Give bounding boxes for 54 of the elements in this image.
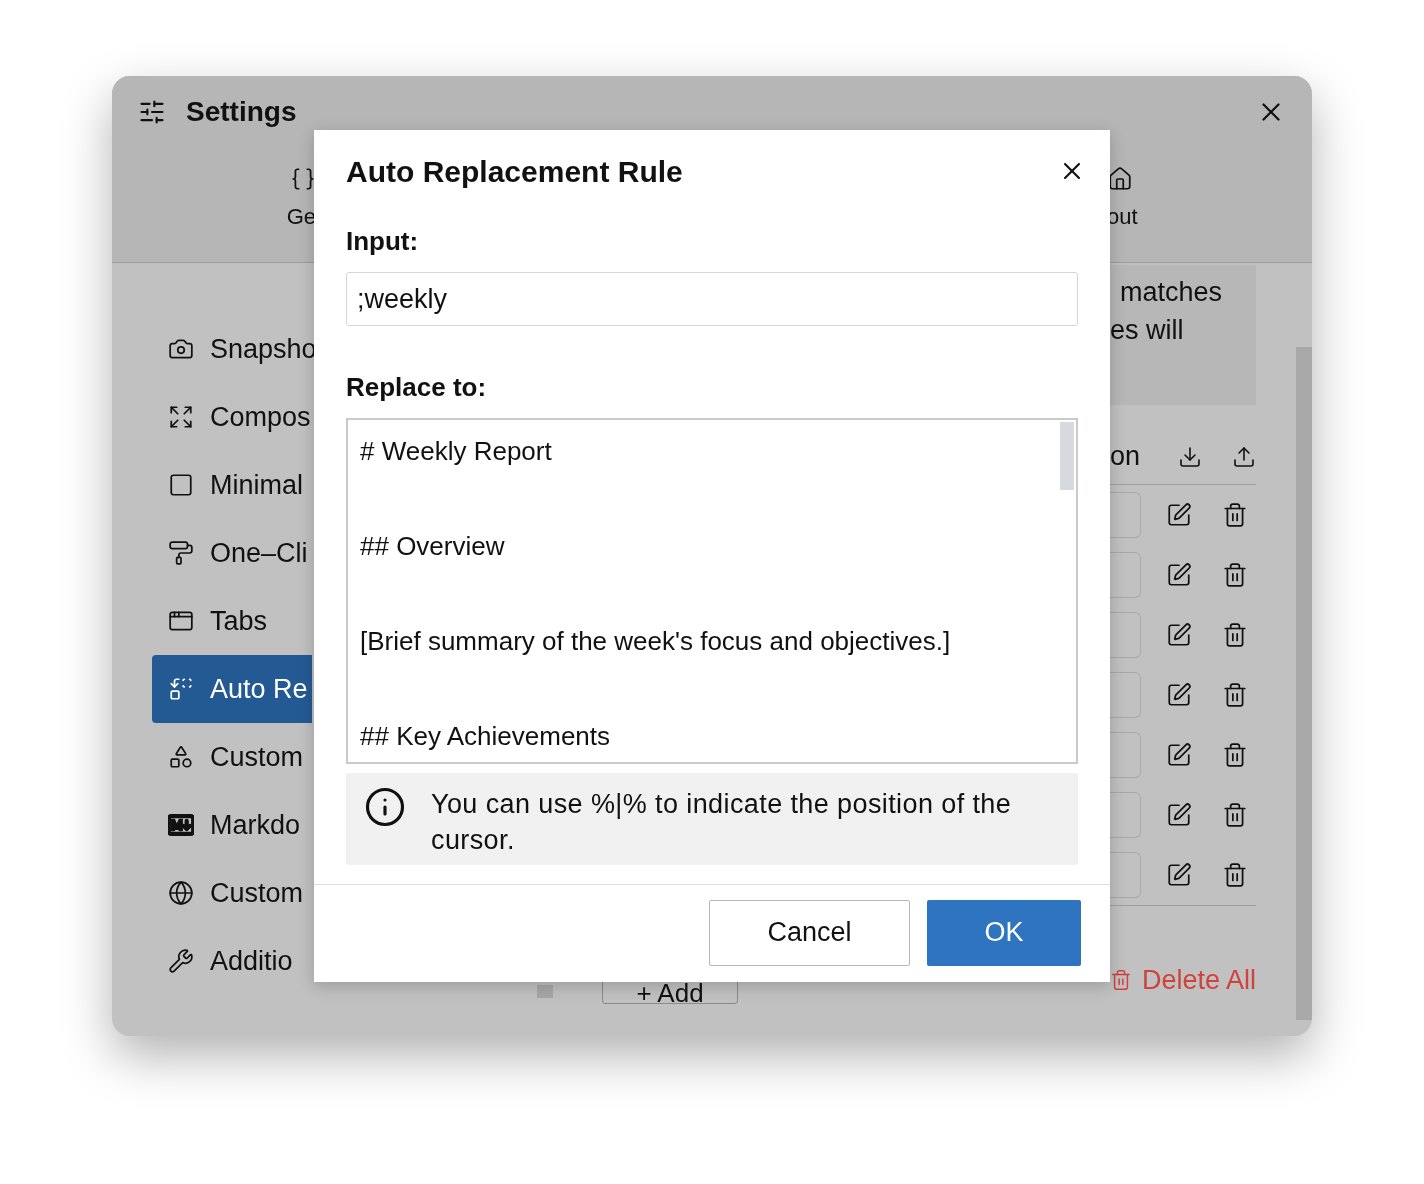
input-field[interactable]: ;weekly (346, 272, 1078, 326)
camera-icon (168, 336, 194, 362)
replace-icon (168, 676, 194, 702)
sidebar-item[interactable]: Auto Re (152, 655, 312, 723)
trash-icon[interactable] (1222, 742, 1248, 768)
braces-icon (290, 165, 316, 192)
expand-icon (168, 404, 194, 430)
trash-icon[interactable] (1222, 622, 1248, 648)
sidebar-item[interactable]: One–Cli (152, 519, 312, 587)
shapes-icon (168, 744, 194, 770)
scrollbar-thumb[interactable] (1060, 422, 1074, 490)
sidebar-item[interactable]: Markdo (152, 791, 312, 859)
settings-tab[interactable]: Ge (278, 148, 316, 250)
field-label: Replace to: (346, 372, 488, 402)
trash-icon (1109, 969, 1132, 991)
scrollbar-thumb[interactable] (537, 984, 553, 998)
trash-icon[interactable] (1222, 802, 1248, 828)
text-area[interactable]: # Weekly Report ## Overview [Brief summary of the week's focus and objectives.] ## Key Achievements (346, 418, 1078, 764)
edit-icon[interactable] (1166, 802, 1192, 828)
trash-icon[interactable] (1222, 502, 1248, 528)
trash-icon[interactable] (1222, 862, 1248, 888)
edit-icon[interactable] (1166, 622, 1192, 648)
cancel-button[interactable]: Cancel (709, 899, 910, 966)
sidebar-item[interactable]: Snapsho (152, 315, 312, 383)
sidebar-item[interactable]: Compos (152, 383, 312, 451)
sidebar-item[interactable]: Custom (152, 723, 312, 791)
folder-icon (168, 608, 194, 634)
info-icon (364, 786, 406, 828)
window-title: Settings (186, 95, 297, 129)
markdown-icon (168, 812, 194, 838)
globe-icon (168, 880, 194, 906)
wrench-icon (168, 948, 194, 974)
field-label: Input: (346, 226, 420, 256)
edit-icon[interactable] (1166, 862, 1192, 888)
trash-icon[interactable] (1222, 562, 1248, 588)
paint-roller-icon (168, 540, 194, 566)
description-text: matches (1119, 276, 1224, 309)
square-icon (168, 472, 194, 498)
edit-icon[interactable] (1166, 682, 1192, 708)
sidebar-item[interactable]: Custom (152, 859, 312, 927)
house-icon (1107, 165, 1133, 192)
trash-icon[interactable] (1222, 682, 1248, 708)
edit-icon[interactable] (1166, 742, 1192, 768)
sidebar-item[interactable]: Tabs (152, 587, 312, 655)
description-text: es will (1110, 314, 1185, 347)
column-header: on (1110, 440, 1141, 474)
sidebar-item[interactable]: Minimal (152, 451, 312, 519)
edit-icon[interactable] (1166, 562, 1192, 588)
sidebar-item[interactable]: Additio (152, 927, 312, 995)
settings-icon (138, 98, 166, 126)
ok-button[interactable]: OK (927, 899, 1081, 966)
edit-icon[interactable] (1166, 502, 1192, 528)
hint-text: You can use %|% to indicate the position of the cursor. (431, 788, 1013, 857)
dialog-title: Auto Replacement Rule (346, 153, 683, 190)
